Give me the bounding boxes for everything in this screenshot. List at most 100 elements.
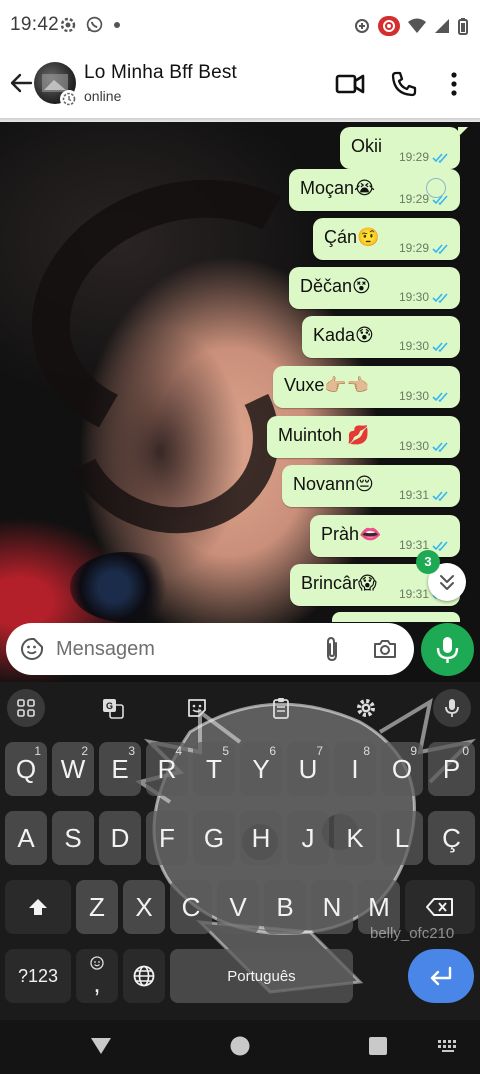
enter-key[interactable]	[408, 949, 474, 1003]
more-options-icon[interactable]	[438, 68, 470, 100]
key-l[interactable]: L	[381, 811, 423, 865]
key-f[interactable]: F	[146, 811, 188, 865]
read-ticks-icon	[432, 152, 448, 163]
svg-text:G: G	[106, 701, 113, 711]
keyboard-watermark: belly_ofc210	[370, 925, 455, 942]
key-i[interactable]: I8	[334, 742, 376, 796]
voice-typing-button[interactable]	[433, 689, 471, 727]
voice-message-button[interactable]	[421, 623, 474, 676]
message-bubble[interactable]: Muintoh 💋 19:30	[267, 416, 460, 458]
message-text: Çán🤨	[324, 227, 380, 247]
shift-arrow-icon	[29, 899, 47, 915]
message-bubble[interactable]: Děčan😵 19:30	[289, 267, 460, 309]
read-ticks-icon	[432, 243, 448, 254]
message-text: Kada😰	[313, 325, 374, 345]
nav-recents-icon[interactable]	[368, 1036, 388, 1056]
key-y[interactable]: Y6	[240, 742, 282, 796]
back-arrow-icon[interactable]	[6, 68, 36, 98]
key-j[interactable]: J	[287, 811, 329, 865]
translate-icon: G	[103, 699, 124, 719]
contact-name[interactable]: Lo Minha Bff Best	[84, 62, 237, 84]
key-u[interactable]: U7	[287, 742, 329, 796]
message-bubble[interactable]: Çán🤨 19:29	[313, 218, 460, 260]
key-p[interactable]: P0	[428, 742, 475, 796]
keyboard-switcher-icon[interactable]	[436, 1038, 460, 1054]
voice-call-icon[interactable]	[388, 68, 420, 100]
unread-count-badge: 3	[416, 550, 440, 574]
key-o[interactable]: O9	[381, 742, 423, 796]
camera-icon[interactable]	[372, 637, 398, 661]
message-text: Moçan😭	[300, 178, 376, 198]
message-bubble[interactable]: Pràh👄 19:31	[310, 515, 460, 557]
key-h[interactable]: H	[240, 811, 282, 865]
read-ticks-icon	[432, 441, 448, 452]
language-switch-key[interactable]	[123, 949, 165, 1003]
message-text: Brincâr😱	[301, 573, 377, 593]
status-bar: 19:42	[0, 0, 480, 50]
key-d[interactable]: D	[99, 811, 141, 865]
bubble-tail	[458, 127, 468, 137]
nav-back-icon[interactable]	[88, 1034, 114, 1058]
comma-key[interactable]: ,	[76, 949, 118, 1003]
contact-status: online	[84, 88, 122, 104]
globe-icon	[133, 965, 155, 987]
message-composer	[6, 623, 414, 675]
sticker-button[interactable]	[178, 689, 216, 727]
message-text: Vuxe👉🏼👈🏼	[284, 375, 370, 395]
nav-home-icon[interactable]	[229, 1035, 251, 1057]
key-t[interactable]: T5	[193, 742, 235, 796]
key-z[interactable]: Z	[76, 880, 118, 934]
clipboard-button[interactable]	[262, 689, 300, 727]
screen-record-icon	[378, 16, 400, 36]
microphone-icon	[445, 699, 459, 717]
gear-icon	[357, 699, 375, 717]
space-key[interactable]: Português	[170, 949, 353, 1003]
key-c[interactable]: C	[170, 880, 212, 934]
key-r[interactable]: R4	[146, 742, 188, 796]
key-s[interactable]: S	[52, 811, 94, 865]
key-v[interactable]: V	[217, 880, 259, 934]
pending-circle-icon	[426, 178, 446, 198]
key-c-cedilla[interactable]: Ç	[428, 811, 475, 865]
key-e[interactable]: E3	[99, 742, 141, 796]
message-time: 19:30	[398, 389, 429, 403]
symbols-key[interactable]: ?123	[5, 949, 71, 1003]
translate-button[interactable]: G	[94, 689, 132, 727]
read-ticks-icon	[432, 540, 448, 551]
attach-paperclip-icon[interactable]	[320, 636, 344, 662]
backspace-icon	[426, 898, 453, 916]
emoji-hint-icon	[90, 956, 104, 970]
status-ring-badge	[60, 90, 78, 108]
read-ticks-icon	[432, 341, 448, 352]
key-w[interactable]: W2	[52, 742, 94, 796]
video-call-icon[interactable]	[334, 68, 366, 100]
microphone-icon	[436, 637, 459, 663]
message-input[interactable]	[56, 633, 306, 665]
message-bubble[interactable]: Okii 19:29	[340, 127, 468, 169]
more-notifications-dot-icon	[114, 21, 120, 28]
key-g[interactable]: G	[193, 811, 235, 865]
apps-grid-icon	[17, 699, 35, 717]
message-time: 19:29	[398, 192, 429, 206]
message-time: 19:29	[398, 150, 429, 164]
key-n[interactable]: N	[311, 880, 353, 934]
key-a[interactable]: A	[5, 811, 47, 865]
keyboard-menu-button[interactable]	[7, 689, 45, 727]
message-bubble[interactable]: Kada😰 19:30	[302, 316, 460, 358]
message-text: Pràh👄	[321, 524, 382, 544]
message-time: 19:29	[398, 241, 429, 255]
enter-arrow-icon	[430, 966, 452, 986]
keyboard: G Q1 W2 E3 R4 T5 Y6 U7 I8 O9 P0 A S D F …	[0, 682, 480, 1020]
message-bubble[interactable]: Vuxe👉🏼👈🏼 19:30	[273, 366, 460, 408]
key-k[interactable]: K	[334, 811, 376, 865]
message-bubble[interactable]: Novann😔 19:31	[282, 465, 460, 507]
wifi-icon	[408, 18, 426, 33]
shift-key[interactable]	[5, 880, 71, 934]
keyboard-settings-button[interactable]	[347, 689, 385, 727]
partial-message-bubble	[332, 612, 460, 622]
key-x[interactable]: X	[123, 880, 165, 934]
clipboard-icon	[273, 698, 289, 719]
key-q[interactable]: Q1	[5, 742, 47, 796]
sticker-emoji-icon[interactable]	[20, 637, 44, 661]
key-b[interactable]: B	[264, 880, 306, 934]
